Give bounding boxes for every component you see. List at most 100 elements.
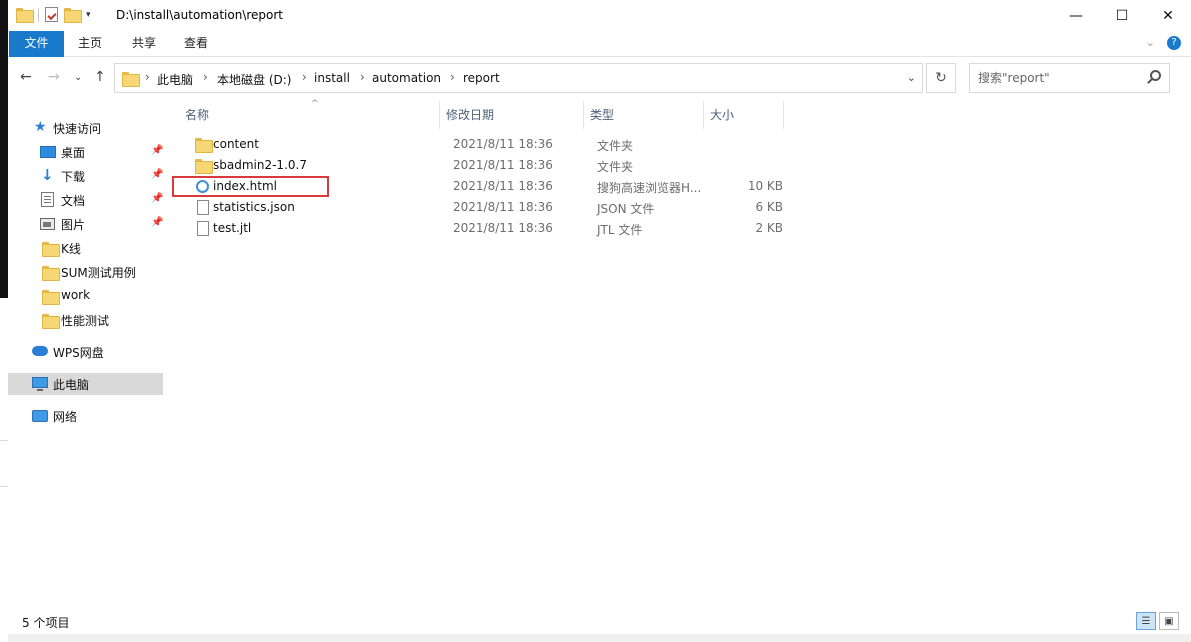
toolbar-divider bbox=[38, 7, 39, 22]
file-name: statistics.json bbox=[213, 200, 295, 214]
tab-view[interactable]: 查看 bbox=[174, 31, 218, 57]
background-terminal bbox=[0, 0, 8, 298]
back-button[interactable]: ← bbox=[20, 69, 32, 85]
help-icon[interactable]: ? bbox=[1167, 36, 1181, 50]
sidebar-item-label: SUM测试用例 bbox=[61, 266, 136, 280]
window-bottom-edge bbox=[8, 634, 1191, 642]
sidebar-item-pictures[interactable]: 图片 📌 bbox=[8, 213, 163, 235]
folder-icon bbox=[195, 138, 213, 153]
details-view-button[interactable]: ☰ bbox=[1136, 612, 1156, 630]
expand-ribbon-icon[interactable]: ⌄ bbox=[1146, 36, 1155, 50]
recent-locations-button[interactable]: ⌄ bbox=[74, 72, 82, 83]
new-folder-icon[interactable] bbox=[64, 8, 82, 23]
sidebar-item-sum-testcases[interactable]: SUM测试用例 bbox=[8, 261, 163, 283]
breadcrumb-separator[interactable]: › bbox=[302, 70, 307, 84]
search-input[interactable] bbox=[970, 64, 1145, 92]
navigation-bar: ← → ⌄ ↑ › 此电脑 › 本地磁盘 (D:) › install › au… bbox=[8, 57, 1191, 99]
sidebar-item-wps-drive[interactable]: WPS网盘 bbox=[8, 341, 163, 363]
file-date: 2021/8/11 18:36 bbox=[453, 158, 553, 172]
breadcrumb-separator[interactable]: › bbox=[450, 70, 455, 84]
network-icon bbox=[32, 410, 48, 422]
breadcrumb-separator[interactable]: › bbox=[203, 70, 208, 84]
column-divider[interactable] bbox=[439, 101, 440, 129]
properties-icon[interactable] bbox=[45, 7, 58, 22]
sidebar-item-label: 下载 bbox=[61, 170, 86, 184]
sidebar-item-documents[interactable]: 文档 📌 bbox=[8, 189, 163, 211]
column-header-date[interactable]: 修改日期 bbox=[446, 103, 581, 129]
column-divider[interactable] bbox=[583, 101, 584, 129]
breadcrumb-install[interactable]: install bbox=[314, 71, 350, 85]
download-icon: ↓ bbox=[41, 166, 54, 184]
minimize-button[interactable]: — bbox=[1053, 0, 1099, 31]
sidebar-item-label: 此电脑 bbox=[53, 378, 90, 392]
column-divider[interactable] bbox=[703, 101, 704, 129]
column-header-name[interactable]: 名称 bbox=[185, 103, 435, 129]
background-divider bbox=[0, 440, 8, 441]
tab-home[interactable]: 主页 bbox=[68, 31, 112, 57]
star-icon: ★ bbox=[34, 119, 47, 135]
file-icon bbox=[197, 221, 209, 236]
sidebar-item-network[interactable]: 网络 bbox=[8, 405, 163, 427]
sidebar-item-label: K线 bbox=[61, 242, 81, 256]
computer-icon bbox=[32, 377, 48, 391]
maximize-button[interactable]: ☐ bbox=[1099, 0, 1145, 31]
sidebar-item-label: 快速访问 bbox=[53, 122, 102, 136]
navigation-pane: ★ 快速访问 桌面 📌 ↓ 下载 📌 文档 📌 图片 📌 K线 SUM测试用例 … bbox=[8, 99, 165, 608]
breadcrumb-separator[interactable]: › bbox=[360, 70, 365, 84]
breadcrumb-local-disk[interactable]: 本地磁盘 (D:) bbox=[217, 71, 291, 88]
tab-share[interactable]: 共享 bbox=[122, 31, 166, 57]
breadcrumb-report[interactable]: report bbox=[463, 71, 500, 85]
large-icons-view-button[interactable]: ▣ bbox=[1159, 612, 1179, 630]
annotation-highlight-box bbox=[172, 176, 329, 197]
folder-icon bbox=[42, 290, 60, 305]
customize-toolbar-icon[interactable]: ▾ bbox=[86, 10, 91, 20]
column-header-size[interactable]: 大小 bbox=[710, 103, 780, 129]
folder-icon bbox=[42, 314, 60, 329]
sidebar-item-performance-test[interactable]: 性能测试 bbox=[8, 309, 163, 331]
file-row-content[interactable]: content 2021/8/11 18:36 文件夹 bbox=[183, 134, 943, 155]
file-icon bbox=[197, 200, 209, 215]
file-type: JTL 文件 bbox=[597, 223, 643, 237]
pin-icon: 📌 bbox=[151, 217, 164, 228]
sidebar-item-desktop[interactable]: 桌面 📌 bbox=[8, 141, 163, 163]
sidebar-item-this-pc[interactable]: 此电脑 bbox=[8, 373, 163, 395]
address-dropdown-icon[interactable]: ⌄ bbox=[907, 71, 916, 84]
background-divider bbox=[0, 486, 8, 487]
pin-icon: 📌 bbox=[151, 145, 164, 156]
file-type: JSON 文件 bbox=[597, 202, 655, 216]
file-date: 2021/8/11 18:36 bbox=[453, 179, 553, 193]
file-row-sbadmin2[interactable]: sbadmin2-1.0.7 2021/8/11 18:36 文件夹 bbox=[183, 155, 943, 176]
sidebar-item-label: 图片 bbox=[61, 218, 86, 232]
desktop-icon bbox=[40, 146, 56, 158]
address-bar[interactable]: › 此电脑 › 本地磁盘 (D:) › install › automation… bbox=[114, 63, 923, 93]
close-button[interactable]: ✕ bbox=[1145, 0, 1191, 31]
column-divider[interactable] bbox=[783, 101, 784, 129]
sidebar-item-label: 网络 bbox=[53, 410, 78, 424]
file-type: 文件夹 bbox=[597, 139, 634, 153]
sidebar-item-work[interactable]: work bbox=[8, 285, 163, 307]
background-window-strip bbox=[0, 0, 8, 642]
quick-access-toolbar: ▾ bbox=[16, 7, 91, 23]
file-name: content bbox=[213, 137, 259, 151]
search-icon[interactable] bbox=[1150, 70, 1161, 81]
column-header-type[interactable]: 类型 bbox=[590, 103, 700, 129]
breadcrumb-automation[interactable]: automation bbox=[372, 71, 441, 85]
search-box[interactable] bbox=[969, 63, 1170, 93]
title-bar: ▾ D:\install\automation\report — ☐ ✕ bbox=[8, 0, 1191, 31]
sidebar-item-kline[interactable]: K线 bbox=[8, 237, 163, 259]
breadcrumb-separator[interactable]: › bbox=[145, 70, 150, 84]
window-title: D:\install\automation\report bbox=[116, 8, 284, 22]
forward-button[interactable]: → bbox=[48, 69, 60, 85]
file-row-test-jtl[interactable]: test.jtl 2021/8/11 18:36 JTL 文件 2 KB bbox=[183, 218, 943, 239]
refresh-button[interactable]: ↻ bbox=[926, 63, 956, 93]
tab-file[interactable]: 文件 bbox=[9, 31, 64, 57]
sidebar-item-quick-access[interactable]: ★ 快速访问 bbox=[8, 117, 163, 139]
file-row-statistics-json[interactable]: statistics.json 2021/8/11 18:36 JSON 文件 … bbox=[183, 197, 943, 218]
folder-icon bbox=[42, 242, 60, 257]
sidebar-item-downloads[interactable]: ↓ 下载 📌 bbox=[8, 165, 163, 187]
status-bar: 5 个项目 ☰ ▣ bbox=[8, 608, 1191, 634]
folder-icon bbox=[42, 266, 60, 281]
breadcrumb-this-pc[interactable]: 此电脑 bbox=[157, 71, 193, 88]
file-size: 2 KB bbox=[755, 221, 783, 235]
up-button[interactable]: ↑ bbox=[94, 69, 106, 85]
